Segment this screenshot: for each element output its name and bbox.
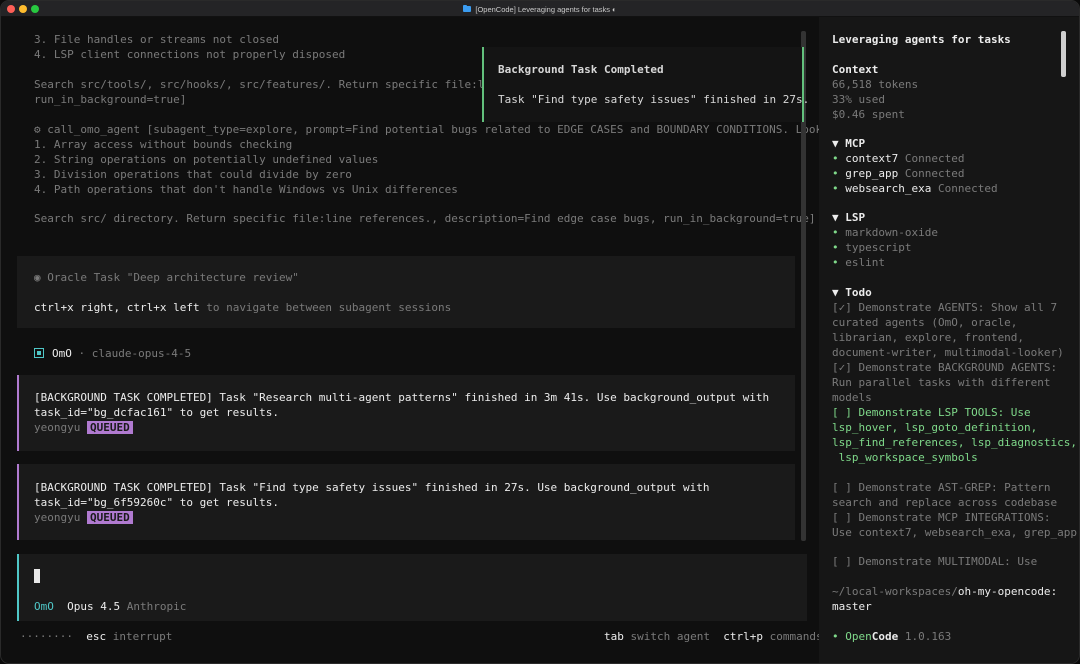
navigation-keys: ctrl+x right, ctrl+x left bbox=[34, 301, 200, 314]
todo-line-active: [ ] Demonstrate LSP TOOLS: Use bbox=[832, 406, 1031, 419]
toast-message: Task "Find type safety issues" finished … bbox=[498, 93, 810, 106]
lsp-toggle[interactable]: ▼ LSP bbox=[832, 210, 865, 225]
tab-key: tab bbox=[604, 630, 624, 643]
input-agent: OmO bbox=[34, 600, 54, 613]
agent-separator: · bbox=[71, 347, 92, 360]
todo-toggle[interactable]: ▼ Todo bbox=[832, 285, 872, 300]
todo-line: Use context7, websearch_exa, grep_app bbox=[832, 526, 1078, 539]
todo-line-active: lsp_find_references, lsp_diagnostics, bbox=[832, 436, 1078, 449]
mcp-item: • context7 Connected bbox=[832, 152, 965, 165]
session-title: Leveraging agents for tasks bbox=[832, 33, 1011, 46]
transcript-line: 4. LSP client connections not properly d… bbox=[34, 48, 346, 61]
lsp-item: • typescript bbox=[832, 241, 912, 254]
commands-label: commands bbox=[769, 630, 823, 643]
workspace-path: ~/local-workspaces/oh-my-opencode: bbox=[832, 585, 1058, 598]
context-spent: $0.46 spent bbox=[832, 108, 905, 121]
navigation-hint-text: to navigate between subagent sessions bbox=[199, 301, 452, 314]
window-title: [OpenCode] Leveraging agents for tasks ◐ bbox=[475, 4, 617, 14]
toast-title: Background Task Completed bbox=[498, 63, 664, 76]
prompt-model-info: OmO Opus 4.5 Anthropic bbox=[34, 599, 186, 614]
window-title-wrap: [OpenCode] Leveraging agents for tasks ◐ bbox=[1, 1, 1079, 17]
agent-square-icon bbox=[34, 348, 44, 358]
spinner: ········ bbox=[20, 630, 73, 643]
oracle-task-panel[interactable]: ◉ Oracle Task "Deep architecture review"… bbox=[17, 256, 795, 328]
title-bar: [OpenCode] Leveraging agents for tasks ◐ bbox=[1, 1, 1079, 17]
todo-line: [ ] Demonstrate MCP INTEGRATIONS: bbox=[832, 511, 1051, 524]
todo-line: search and replace across codebase bbox=[832, 496, 1058, 509]
transcript-line: 3. File handles or streams not closed bbox=[34, 33, 280, 46]
queued-badge: QUEUED bbox=[86, 421, 133, 434]
task-message-card[interactable]: [BACKGROUND TASK COMPLETED] Task "Find t… bbox=[17, 464, 795, 540]
transcript-line: Search src/tools/, src/hooks/, src/featu… bbox=[34, 78, 505, 91]
queued-badge: QUEUED bbox=[86, 511, 133, 524]
todo-line: [ ] Demonstrate MULTIMODAL: Use bbox=[832, 555, 1038, 568]
app-version: • OpenCode 1.0.163 bbox=[832, 630, 952, 643]
sidebar-scrollbar[interactable] bbox=[1061, 31, 1066, 77]
background-task-toast[interactable]: Background Task Completed Task "Find typ… bbox=[482, 47, 809, 122]
agent-header: OmO · claude-opus-4-5 bbox=[52, 346, 191, 361]
task-message-line: task_id="bg_6f59260c" to get results. bbox=[34, 496, 280, 509]
oracle-task-title: ◉ Oracle Task "Deep architecture review" bbox=[34, 271, 299, 284]
todo-line: [ ] Demonstrate AST-GREP: Pattern bbox=[832, 481, 1051, 494]
navigation-hint: ctrl+x right, ctrl+x left to navigate be… bbox=[34, 300, 451, 315]
task-meta: yeongyu QUEUED bbox=[34, 420, 133, 435]
app-window: [OpenCode] Leveraging agents for tasks ◐… bbox=[0, 0, 1080, 664]
agent-model: claude-opus-4-5 bbox=[91, 347, 192, 360]
task-message-line: task_id="bg_dcfac161" to get results. bbox=[34, 406, 280, 419]
task-user: yeongyu bbox=[34, 421, 81, 434]
mcp-toggle[interactable]: ▼ MCP bbox=[832, 136, 865, 151]
context-heading: Context bbox=[832, 63, 879, 76]
transcript-line: 1. Array access without bounds checking bbox=[34, 138, 293, 151]
todo-line: librarian, explore, frontend, bbox=[832, 331, 1025, 344]
task-meta: yeongyu QUEUED bbox=[34, 510, 133, 525]
context-used: 33% used bbox=[832, 93, 885, 106]
transcript-line: run_in_background=true] bbox=[34, 93, 187, 106]
transcript-line: 4. Path operations that don't handle Win… bbox=[34, 183, 458, 196]
task-user: yeongyu bbox=[34, 511, 81, 524]
status-footer-left: ········ esc interrupt bbox=[20, 629, 172, 644]
transcript-line: 2. String operations on potentially unde… bbox=[34, 153, 379, 166]
todo-line: models bbox=[832, 391, 872, 404]
tool-call-line: ⚙ call_omo_agent [subagent_type=explore,… bbox=[34, 123, 849, 136]
input-model: Opus 4.5 bbox=[67, 600, 121, 613]
input-provider: Anthropic bbox=[126, 600, 187, 613]
transcript-line: 3. Division operations that could divide… bbox=[34, 168, 352, 181]
lsp-item: • eslint bbox=[832, 256, 885, 269]
task-message-card[interactable]: [BACKGROUND TASK COMPLETED] Task "Resear… bbox=[17, 375, 795, 451]
text-cursor bbox=[34, 569, 40, 583]
folder-icon bbox=[463, 4, 472, 12]
todo-line: curated agents (OmO, oracle, bbox=[832, 316, 1018, 329]
lsp-item: • markdown-oxide bbox=[832, 226, 938, 239]
task-message-line: [BACKGROUND TASK COMPLETED] Task "Find t… bbox=[34, 481, 710, 494]
mcp-item: • websearch_exa Connected bbox=[832, 182, 998, 195]
git-branch: master bbox=[832, 600, 872, 613]
status-footer-right: tab switch agent ctrl+p commands bbox=[604, 629, 823, 644]
todo-line: Run parallel tasks with different bbox=[832, 376, 1051, 389]
todo-line: [✓] Demonstrate BACKGROUND AGENTS: bbox=[832, 361, 1058, 374]
todo-line: [✓] Demonstrate AGENTS: Show all 7 bbox=[832, 301, 1058, 314]
task-message-line: [BACKGROUND TASK COMPLETED] Task "Resear… bbox=[34, 391, 770, 404]
transcript-line: Search src/ directory. Return specific f… bbox=[34, 212, 816, 225]
todo-line-active: lsp_workspace_symbols bbox=[832, 451, 978, 464]
esc-label: interrupt bbox=[112, 630, 173, 643]
context-tokens: 66,518 tokens bbox=[832, 78, 919, 91]
tab-label: switch agent bbox=[630, 630, 710, 643]
mcp-item: • grep_app Connected bbox=[832, 167, 965, 180]
esc-key: esc bbox=[86, 630, 107, 643]
prompt-input[interactable]: OmO Opus 4.5 Anthropic bbox=[17, 554, 807, 621]
todo-line: document-writer, multimodal-looker) bbox=[832, 346, 1064, 359]
commands-key: ctrl+p bbox=[723, 630, 763, 643]
todo-line-active: lsp_hover, lsp_goto_definition, bbox=[832, 421, 1038, 434]
agent-name: OmO bbox=[52, 347, 72, 360]
